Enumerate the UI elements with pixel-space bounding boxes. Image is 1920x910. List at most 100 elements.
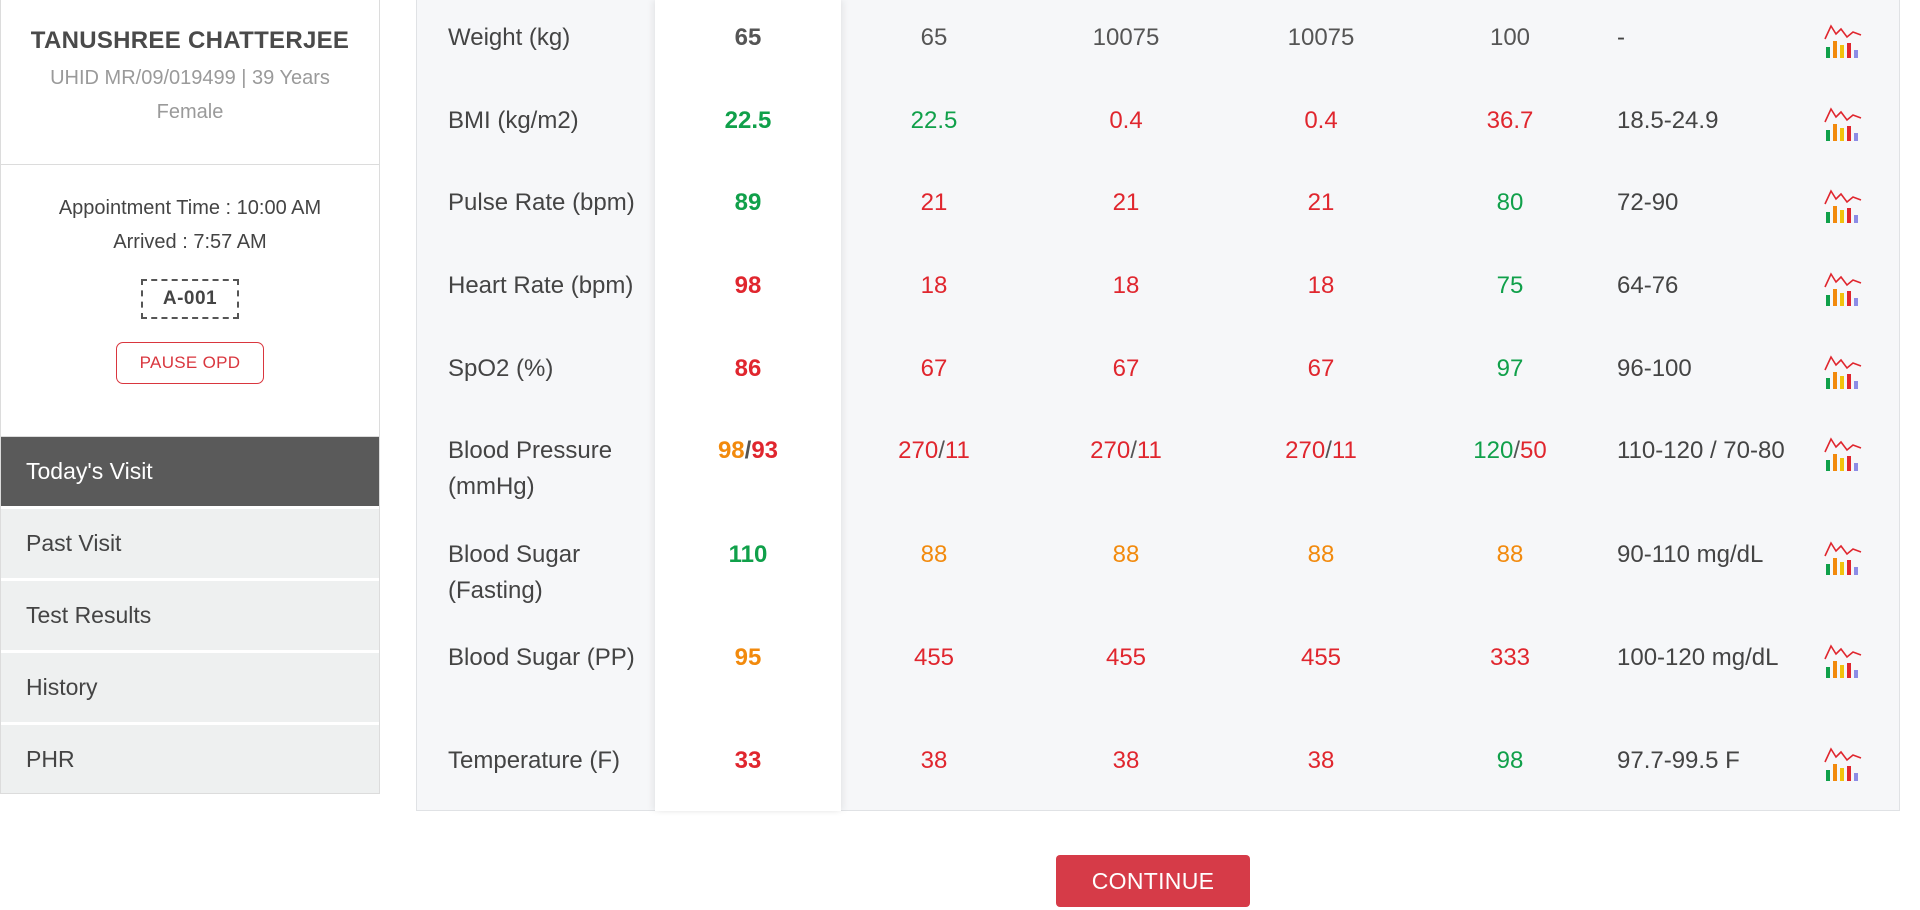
vital-value: 10075 [1287, 24, 1355, 51]
appointment-card: Appointment Time : 10:00 AM Arrived : 7:… [0, 165, 380, 437]
trend-chart-icon[interactable] [1823, 270, 1863, 308]
vital-value: 88 [920, 541, 948, 568]
arrival-time: Arrived : 7:57 AM [113, 231, 267, 253]
vital-value: 333 [1489, 644, 1531, 671]
today-value: 22.5 [658, 103, 838, 139]
past-value: 38 [844, 743, 1024, 779]
token-number: A-001 [140, 279, 240, 319]
nav-item-phr[interactable]: PHR [1, 725, 379, 794]
trend-chart-icon[interactable] [1823, 745, 1863, 783]
vital-value: 18 [920, 272, 948, 299]
nav-item-todays-visit[interactable]: Today's Visit [1, 437, 379, 506]
past-value: 21 [1036, 185, 1216, 221]
visit-nav: Today's Visit Past Visit Test Results Hi… [0, 437, 380, 794]
trend-chart-icon[interactable] [1823, 353, 1863, 391]
vital-value: 38 [920, 747, 948, 774]
vital-label: Pulse Rate (bpm) [448, 189, 635, 216]
diastolic-value: 11 [944, 437, 970, 464]
past-value: 270/11 [844, 433, 1024, 469]
past-value: 38 [1231, 743, 1411, 779]
trend-chart-icon[interactable] [1823, 435, 1863, 473]
past-value: 65 [844, 20, 1024, 56]
past-value: 80 [1420, 185, 1600, 221]
trend-chart-icon[interactable] [1823, 22, 1863, 60]
past-value: 67 [1231, 351, 1411, 387]
trend-chart-icon[interactable] [1823, 745, 1863, 783]
past-value: 18 [844, 268, 1024, 304]
trend-chart-icon[interactable] [1823, 105, 1863, 143]
past-value: 0.4 [1231, 103, 1411, 139]
past-value: 10075 [1036, 20, 1216, 56]
trend-chart-icon[interactable] [1823, 642, 1863, 680]
vital-value: 100 [1489, 24, 1531, 51]
normal-range: 64-76 [1617, 272, 1679, 299]
normal-range: 96-100 [1617, 355, 1692, 382]
past-value: 67 [844, 351, 1024, 387]
bp-separator: / [938, 437, 945, 464]
vital-value: 80 [1496, 189, 1524, 216]
trend-chart-icon[interactable] [1823, 105, 1863, 143]
today-value: 86 [658, 351, 838, 387]
vital-value: 33 [734, 747, 762, 774]
vital-value: 455 [1105, 644, 1147, 671]
trend-chart-icon[interactable] [1823, 270, 1863, 308]
diastolic-value: 93 [751, 437, 779, 464]
nav-item-past-visit[interactable]: Past Visit [1, 509, 379, 578]
patient-gender: Female [156, 101, 224, 123]
today-value: 95 [658, 640, 838, 676]
vital-label: Heart Rate (bpm) [448, 272, 634, 299]
past-value: 270/11 [1036, 433, 1216, 469]
normal-range: 100-120 mg/dL [1617, 644, 1779, 671]
diastolic-value: 11 [1136, 437, 1162, 464]
trend-chart-icon[interactable] [1823, 539, 1863, 577]
vital-value: 22.5 [724, 107, 772, 134]
normal-range: 72-90 [1617, 189, 1679, 216]
past-value: 0.4 [1036, 103, 1216, 139]
vital-value: 21 [920, 189, 948, 216]
vital-value: 18 [1112, 272, 1140, 299]
vital-value: 67 [1112, 355, 1140, 382]
vital-value: 10075 [1092, 24, 1160, 51]
bp-separator: / [1513, 437, 1520, 464]
continue-button[interactable]: CONTINUE [1056, 855, 1250, 907]
trend-chart-icon[interactable] [1823, 22, 1863, 60]
today-value: 110 [658, 537, 838, 573]
vital-value: 21 [1112, 189, 1140, 216]
past-value: 120/50 [1420, 433, 1600, 469]
bp-separator: / [1130, 437, 1137, 464]
pause-opd-button[interactable]: PAUSE OPD [116, 342, 264, 384]
vital-value: 18 [1307, 272, 1335, 299]
vital-value: 38 [1307, 747, 1335, 774]
vital-value: 21 [1307, 189, 1335, 216]
normal-range: 97.7-99.5 F [1617, 747, 1740, 774]
appointment-time: Appointment Time : 10:00 AM [58, 197, 322, 219]
past-value: 22.5 [844, 103, 1024, 139]
vital-value: 88 [1307, 541, 1335, 568]
vital-value: 38 [1112, 747, 1140, 774]
trend-chart-icon[interactable] [1823, 353, 1863, 391]
past-value: 98 [1420, 743, 1600, 779]
today-value: 98/93 [658, 433, 838, 469]
nav-item-history[interactable]: History [1, 653, 379, 722]
today-value: 33 [658, 743, 838, 779]
trend-chart-icon[interactable] [1823, 539, 1863, 577]
systolic-value: 270 [1090, 437, 1131, 464]
past-value: 270/11 [1231, 433, 1411, 469]
vital-value: 88 [1112, 541, 1140, 568]
patient-meta: UHID MR/09/019499 | 39 Years Female [1, 61, 379, 129]
trend-chart-icon[interactable] [1823, 187, 1863, 225]
vital-value: 65 [920, 24, 948, 51]
vital-label: Weight (kg) [448, 24, 571, 51]
past-value: 455 [1036, 640, 1216, 676]
trend-chart-icon[interactable] [1823, 642, 1863, 680]
past-value: 38 [1036, 743, 1216, 779]
patient-name: TANUSHREE CHATTERJEE [30, 27, 350, 54]
vital-value: 67 [920, 355, 948, 382]
vital-value: 0.4 [1304, 107, 1338, 134]
trend-chart-icon[interactable] [1823, 187, 1863, 225]
vital-value: 98 [1496, 747, 1524, 774]
trend-chart-icon[interactable] [1823, 435, 1863, 473]
diastolic-value: 11 [1331, 437, 1357, 464]
systolic-value: 270 [1285, 437, 1326, 464]
nav-item-test-results[interactable]: Test Results [1, 581, 379, 650]
